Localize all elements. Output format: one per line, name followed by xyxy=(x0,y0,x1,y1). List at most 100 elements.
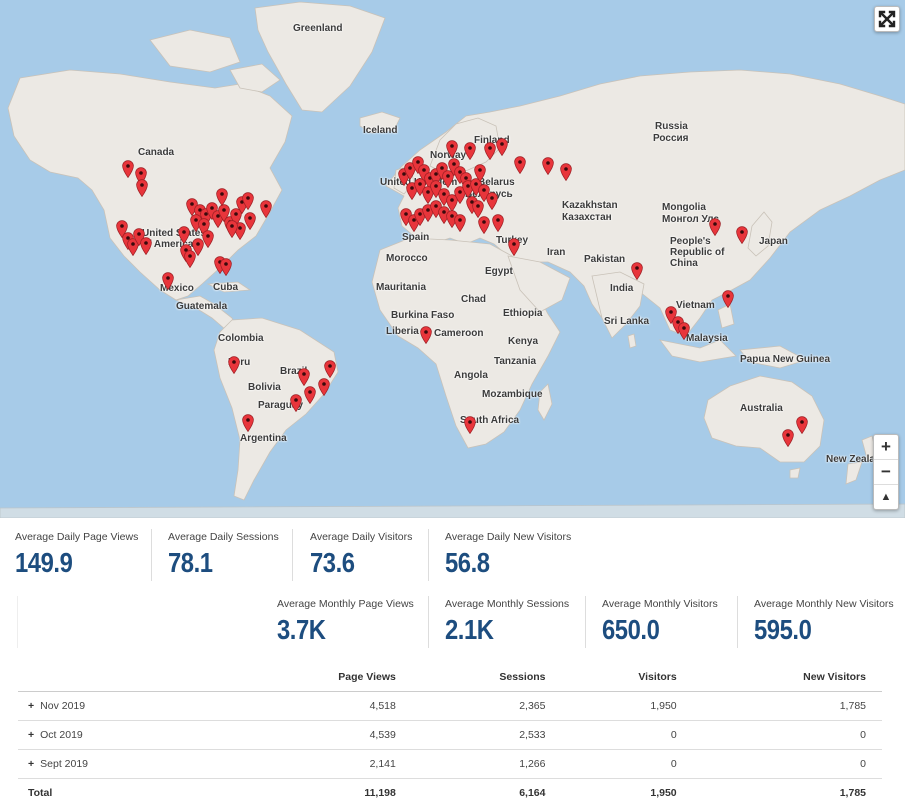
map-marker-icon[interactable] xyxy=(560,163,572,181)
map-label-papua-new-guinea: Papua New Guinea xyxy=(740,354,830,365)
period-label: Nov 2019 xyxy=(40,700,85,712)
map-marker-icon[interactable] xyxy=(318,378,330,396)
stat-divider xyxy=(151,529,152,581)
stat-monthly-visitors: Average Monthly Visitors 650.0 xyxy=(602,598,718,646)
table-total-row: Total 11,198 6,164 1,950 1,785 xyxy=(18,779,882,807)
stat-divider xyxy=(428,596,429,648)
stat-monthly-page-views: Average Monthly Page Views 3.7K xyxy=(277,598,414,646)
map-marker-icon[interactable] xyxy=(136,179,148,197)
map-marker-icon[interactable] xyxy=(514,156,526,174)
table-row[interactable]: +Sept 2019 2,141 1,266 0 0 xyxy=(18,750,882,779)
map-label-india: India xyxy=(610,283,633,294)
zoom-in-button[interactable]: + xyxy=(874,435,898,460)
map-marker-icon[interactable] xyxy=(454,214,466,232)
map-marker-icon[interactable] xyxy=(492,214,504,232)
map-marker-icon[interactable] xyxy=(678,322,690,340)
map-marker-icon[interactable] xyxy=(192,238,204,256)
stat-label: Average Daily Sessions xyxy=(168,531,279,543)
map-marker-icon[interactable] xyxy=(324,360,336,378)
world-map[interactable]: Greenland Iceland Canada Finland Norway … xyxy=(0,0,905,518)
map-marker-icon[interactable] xyxy=(420,326,432,344)
map-marker-icon[interactable] xyxy=(796,416,808,434)
map-label-ethiopia: Ethiopia xyxy=(503,308,542,319)
map-marker-icon[interactable] xyxy=(244,212,256,230)
map-marker-icon[interactable] xyxy=(709,218,721,236)
map-marker-icon[interactable] xyxy=(178,226,190,244)
map-marker-icon[interactable] xyxy=(631,262,643,280)
map-marker-icon[interactable] xyxy=(216,188,228,206)
map-label-australia: Australia xyxy=(740,403,783,414)
zoom-out-button[interactable]: − xyxy=(874,460,898,485)
map-marker-icon[interactable] xyxy=(242,414,254,432)
map-label-russia-native: Россия xyxy=(653,133,689,144)
map-marker-icon[interactable] xyxy=(162,272,174,290)
cell-page-views: 4,518 xyxy=(235,692,412,721)
map-label-mauritania: Mauritania xyxy=(376,282,426,293)
map-marker-icon[interactable] xyxy=(228,356,240,374)
fullscreen-icon xyxy=(875,7,899,31)
map-basemap xyxy=(0,0,905,518)
map-marker-icon[interactable] xyxy=(542,157,554,175)
stat-label: Average Daily New Visitors xyxy=(445,531,571,543)
map-marker-icon[interactable] xyxy=(508,238,520,256)
map-label-malaysia: Malaysia xyxy=(686,333,728,344)
map-label-liberia: Liberia xyxy=(386,326,419,337)
stat-value: 595.0 xyxy=(754,614,873,646)
cell-period[interactable]: + Oct 2019 xyxy=(18,721,235,750)
map-label-mongolia: Mongolia xyxy=(662,202,706,213)
map-marker-icon[interactable] xyxy=(140,237,152,255)
map-marker-icon[interactable] xyxy=(304,386,316,404)
period-label: Oct 2019 xyxy=(40,729,83,741)
map-marker-icon[interactable] xyxy=(260,200,272,218)
map-marker-icon[interactable] xyxy=(226,220,238,238)
stat-divider xyxy=(428,529,429,581)
map-marker-icon[interactable] xyxy=(220,258,232,276)
cell-sessions: 2,533 xyxy=(412,721,562,750)
stat-label: Average Monthly New Visitors xyxy=(754,598,894,610)
map-marker-icon[interactable] xyxy=(478,216,490,234)
cell-sessions: 1,266 xyxy=(412,750,562,779)
stat-divider xyxy=(737,596,738,648)
map-marker-icon[interactable] xyxy=(446,140,458,158)
map-marker-icon[interactable] xyxy=(484,142,496,160)
table-row[interactable]: +Oct 2019 4,539 2,533 0 0 xyxy=(18,721,882,750)
map-label-pakistan: Pakistan xyxy=(584,254,625,265)
map-marker-icon[interactable] xyxy=(486,192,498,210)
table-row[interactable]: +Nov 2019 4,518 2,365 1,950 1,785 xyxy=(18,692,882,721)
map-marker-icon[interactable] xyxy=(782,429,794,447)
map-label-kenya: Kenya xyxy=(508,336,538,347)
fullscreen-button[interactable] xyxy=(874,6,900,32)
map-label-bolivia: Bolivia xyxy=(248,382,281,393)
stat-label: Average Daily Visitors xyxy=(310,531,412,543)
expand-icon[interactable]: + xyxy=(28,700,34,712)
map-marker-icon[interactable] xyxy=(464,416,476,434)
reset-north-button[interactable]: ▲ xyxy=(874,485,898,509)
map-label-kazakhstan-native: Казахстан xyxy=(562,212,612,223)
map-marker-icon[interactable] xyxy=(496,138,508,156)
expand-icon[interactable]: + xyxy=(28,758,34,770)
map-label-kazakhstan: Kazakhstan xyxy=(562,200,618,211)
map-marker-icon[interactable] xyxy=(722,290,734,308)
cell-page-views: 2,141 xyxy=(235,750,412,779)
map-label-burkina-faso: Burkina Faso xyxy=(391,310,454,321)
cell-total-label: Total xyxy=(18,779,235,807)
col-header-sessions: Sessions xyxy=(412,662,562,692)
expand-icon[interactable]: + xyxy=(28,729,34,741)
map-marker-icon[interactable] xyxy=(298,368,310,386)
cell-visitors: 0 xyxy=(561,721,692,750)
map-marker-icon[interactable] xyxy=(242,192,254,210)
map-label-iceland: Iceland xyxy=(363,125,397,136)
stat-daily-page-views: Average Daily Page Views 149.9 xyxy=(15,531,138,579)
map-marker-icon[interactable] xyxy=(122,160,134,178)
map-label-spain: Spain xyxy=(402,232,429,243)
map-marker-icon[interactable] xyxy=(464,142,476,160)
stat-value: 73.6 xyxy=(310,547,397,579)
col-header-visitors: Visitors xyxy=(561,662,692,692)
map-marker-icon[interactable] xyxy=(474,164,486,182)
cell-period[interactable]: +Sept 2019 xyxy=(18,750,235,779)
map-marker-icon[interactable] xyxy=(736,226,748,244)
map-label-canada: Canada xyxy=(138,147,174,158)
cell-period[interactable]: + Nov 2019 xyxy=(18,692,235,721)
map-marker-icon[interactable] xyxy=(290,394,302,412)
stat-label: Average Monthly Page Views xyxy=(277,598,414,610)
